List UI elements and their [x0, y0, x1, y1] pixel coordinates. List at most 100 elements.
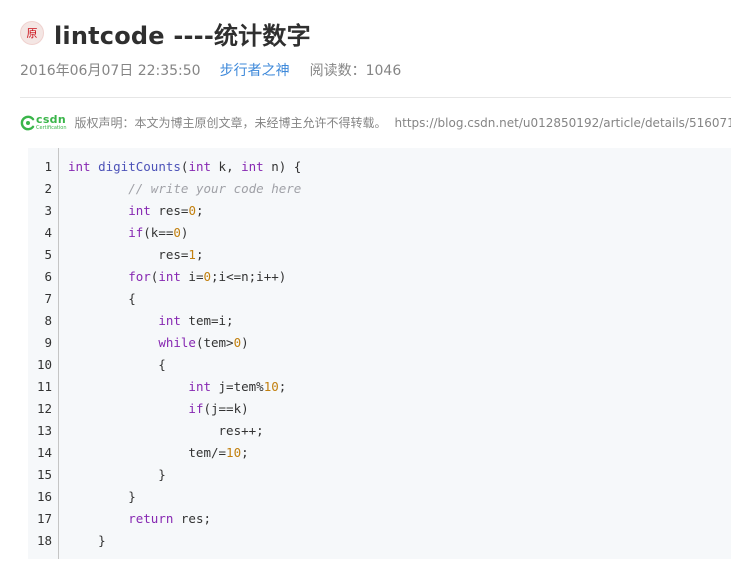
article-url-link[interactable]: https://blog.csdn.net/u012850192/article…	[395, 116, 731, 130]
page-title: lintcode ----统计数字	[54, 21, 311, 50]
line-number: 10	[36, 357, 52, 372]
code-block[interactable]: 1 2 3 4 5 6 7 8 9 10 11 12 13 14 15 16 17 18 int digitCou…	[28, 148, 731, 559]
code-token: res=	[150, 203, 189, 218]
code-token: 0	[188, 203, 196, 218]
code-line: {	[68, 354, 301, 376]
code-line: while(tem>0)	[68, 332, 301, 354]
line-number: 7	[44, 291, 52, 306]
copyright-notice: csdn Certification 版权声明：本文为博主原创文章，未经博主允许…	[20, 114, 731, 131]
line-number: 12	[36, 401, 52, 416]
code-token: ;i<=n;i++)	[211, 269, 287, 284]
copyright-statement: 版权声明：本文为博主原创文章，未经博主允许不得转载。	[74, 116, 387, 130]
code-token: )	[180, 225, 189, 240]
code-line: if(k==0)	[68, 222, 301, 244]
code-line: int tem=i;	[68, 310, 301, 332]
author-link[interactable]: 步行者之神	[220, 60, 290, 80]
code-token: for	[128, 269, 151, 284]
code-token: digitCounts	[98, 159, 181, 174]
divider	[20, 97, 731, 98]
code-token: ;	[195, 247, 204, 262]
code-token: 0	[203, 269, 212, 284]
code-token: int	[158, 313, 181, 328]
line-number: 8	[44, 313, 52, 328]
code-content[interactable]: int digitCounts(int k, int n) { // write…	[68, 156, 301, 552]
csdn-logo-sub: Certification	[36, 125, 67, 131]
code-line: tem/=10;	[68, 442, 301, 464]
line-number: 4	[44, 225, 52, 240]
line-number: 9	[44, 335, 52, 350]
code-line: }	[68, 464, 301, 486]
code-token: 10	[226, 445, 242, 460]
code-token: (k==	[143, 225, 174, 240]
code-token: int	[241, 159, 264, 174]
code-token: tem/=	[68, 445, 227, 460]
code-line: // write your code here	[68, 178, 301, 200]
original-badge: 原	[20, 21, 44, 45]
line-number: 17	[36, 511, 52, 526]
publish-date: 2016年06月07日 22:35:50	[20, 63, 201, 79]
code-token: res++;	[68, 423, 264, 438]
code-token: (tem>	[195, 335, 234, 350]
code-token: (j==k)	[203, 401, 249, 416]
code-token: int	[68, 159, 91, 174]
line-number: 3	[44, 203, 52, 218]
code-line: int res=0;	[68, 200, 301, 222]
line-number: 11	[36, 379, 52, 394]
read-count: 阅读数：1046	[309, 63, 402, 79]
line-number: 18	[36, 533, 52, 548]
code-line: res++;	[68, 420, 301, 442]
code-token: 10	[263, 379, 279, 394]
line-number: 1	[44, 159, 52, 174]
code-token: i=	[180, 269, 204, 284]
code-token: res=	[68, 247, 189, 262]
line-number-gutter: 1 2 3 4 5 6 7 8 9 10 11 12 13 14 15 16 17 18	[28, 148, 59, 559]
code-token: int	[128, 203, 151, 218]
code-token: j=tem%	[211, 379, 264, 394]
article-meta: 2016年06月07日 22:35:50 步行者之神 阅读数：1046	[20, 60, 401, 80]
code-token: 0	[173, 225, 181, 240]
code-token: )	[241, 335, 249, 350]
code-token: int	[158, 269, 181, 284]
code-line: int j=tem%10;	[68, 376, 301, 398]
code-line: res=1;	[68, 244, 301, 266]
code-token: {	[68, 291, 136, 306]
line-number: 2	[44, 181, 52, 196]
code-line: if(j==k)	[68, 398, 301, 420]
code-token: int	[188, 159, 212, 174]
code-token: // write your code here	[128, 181, 302, 196]
code-line: int digitCounts(int k, int n) {	[68, 156, 301, 178]
code-token: if	[128, 225, 144, 240]
code-line: }	[68, 486, 301, 508]
article-header: 原 lintcode ----统计数字	[20, 18, 311, 50]
line-number: 16	[36, 489, 52, 504]
line-numbers: 1 2 3 4 5 6 7 8 9 10 11 12 13 14 15 16 17 18	[28, 156, 52, 552]
code-token: return	[128, 511, 174, 526]
line-number: 13	[36, 423, 52, 438]
code-token: {	[68, 357, 166, 372]
code-token: k,	[211, 159, 242, 174]
code-token: }	[68, 489, 136, 504]
code-line: {	[68, 288, 301, 310]
code-token: int	[188, 379, 211, 394]
code-line: return res;	[68, 508, 301, 530]
code-token: while	[158, 335, 196, 350]
code-token: ;	[278, 379, 287, 394]
code-line: }	[68, 530, 301, 552]
csdn-logo-word: csdn	[36, 113, 66, 126]
line-number: 6	[44, 269, 52, 284]
code-token: }	[68, 533, 106, 548]
line-number: 15	[36, 467, 52, 482]
code-token: ;	[241, 445, 249, 460]
code-token: ;	[195, 203, 204, 218]
code-token: if	[188, 401, 204, 416]
code-token: n) {	[263, 159, 302, 174]
